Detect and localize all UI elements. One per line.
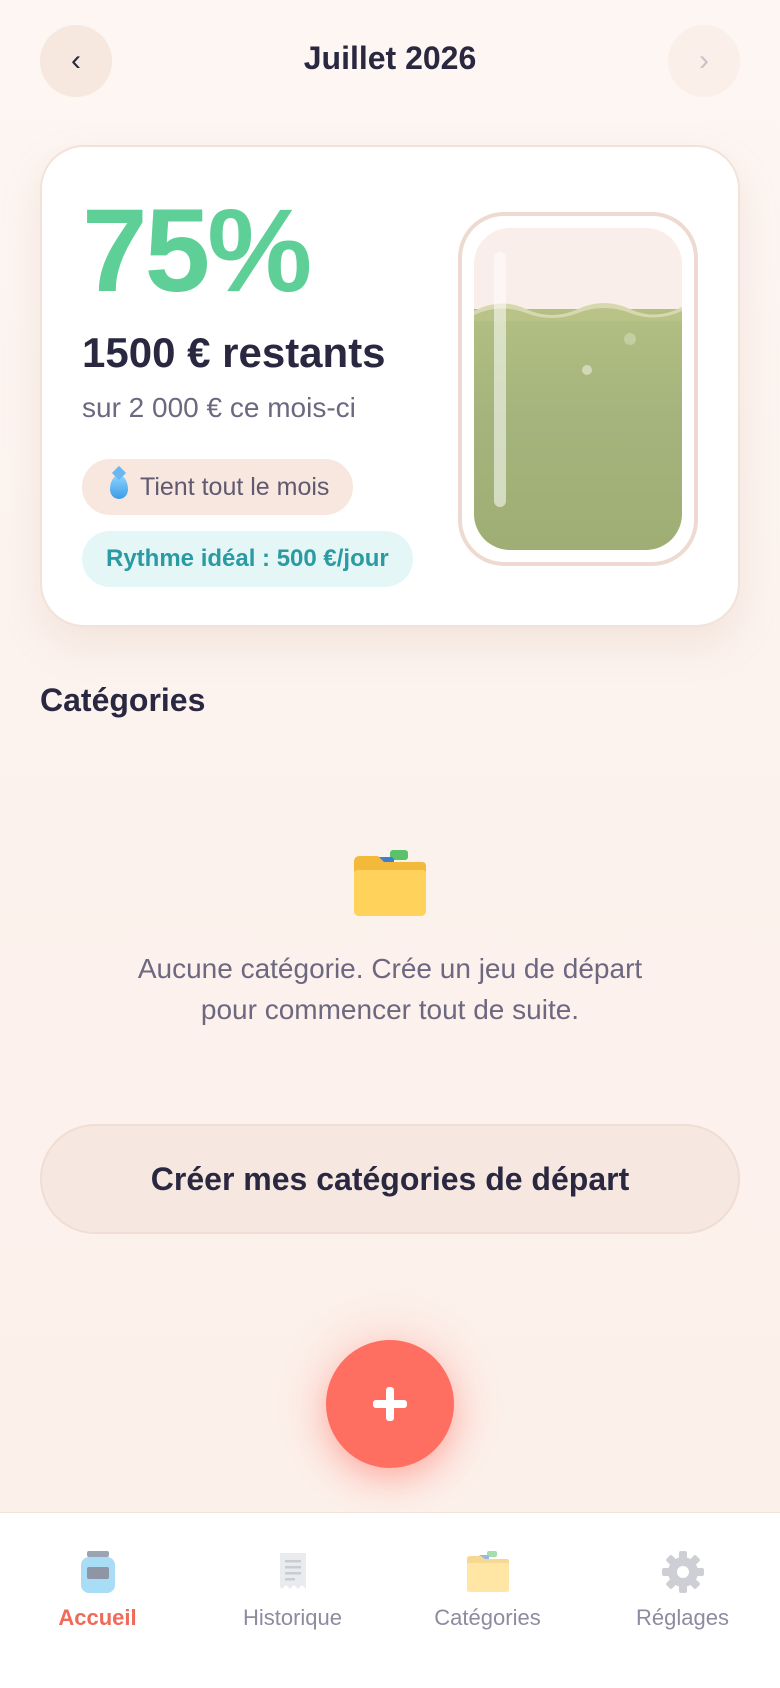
water-drop-icon bbox=[110, 475, 128, 499]
remaining-amount: 1500 € restants bbox=[82, 329, 386, 376]
empty-categories-message: Aucune catégorie. Crée un jeu de départ … bbox=[90, 948, 690, 1030]
nav-item-reglages[interactable]: Réglages bbox=[585, 1549, 780, 1639]
remaining-percent: 75% bbox=[82, 185, 312, 317]
plus-icon bbox=[373, 1387, 407, 1421]
bottom-navigation: Accueil Historique Catégories Réglages bbox=[0, 1512, 780, 1688]
folder-icon bbox=[466, 1551, 509, 1592]
nav-label: Catégories bbox=[434, 1605, 541, 1630]
add-transaction-button[interactable] bbox=[326, 1340, 454, 1468]
home-screen: ‹ Juillet 2026 › 75% 1500 € restants sur… bbox=[0, 0, 780, 1688]
folder-icon bbox=[354, 850, 426, 916]
jar-body bbox=[474, 228, 682, 550]
status-badge: Tient tout le mois bbox=[82, 459, 354, 515]
budget-jar bbox=[458, 212, 698, 566]
nav-item-categories[interactable]: Catégories bbox=[390, 1549, 585, 1639]
nav-label: Historique bbox=[242, 1605, 343, 1630]
jar-highlight bbox=[494, 252, 506, 507]
next-month-button[interactable]: › bbox=[668, 25, 740, 97]
empty-message-line: Aucune catégorie. Crée un jeu de départ bbox=[137, 953, 643, 984]
chevron-right-icon: › bbox=[699, 44, 709, 77]
gear-icon bbox=[661, 1551, 704, 1593]
receipt-icon bbox=[279, 1553, 306, 1589]
month-title: Juillet 2026 bbox=[303, 40, 477, 76]
empty-message-line: pour commencer tout de suite. bbox=[200, 994, 580, 1025]
nav-label: Réglages bbox=[636, 1605, 729, 1630]
nav-label: Accueil bbox=[58, 1605, 137, 1630]
categories-title: Catégories bbox=[40, 682, 206, 718]
bubble bbox=[582, 364, 592, 375]
bubble bbox=[624, 332, 636, 345]
status-label: Tient tout le mois bbox=[140, 472, 330, 501]
nav-item-accueil[interactable]: Accueil bbox=[0, 1549, 195, 1639]
nav-item-historique[interactable]: Historique bbox=[195, 1549, 390, 1639]
create-starter-categories-button[interactable]: Créer mes catégories de départ bbox=[40, 1124, 740, 1234]
jar-icon bbox=[80, 1551, 115, 1593]
month-header: ‹ Juillet 2026 › bbox=[0, 0, 780, 130]
monthly-total: sur 2 000 € ce mois-ci bbox=[82, 392, 356, 423]
ideal-rhythm-badge: Rythme idéal : 500 €/jour bbox=[82, 531, 413, 587]
budget-summary-card: 75% 1500 € restants sur 2 000 € ce mois-… bbox=[40, 145, 740, 627]
